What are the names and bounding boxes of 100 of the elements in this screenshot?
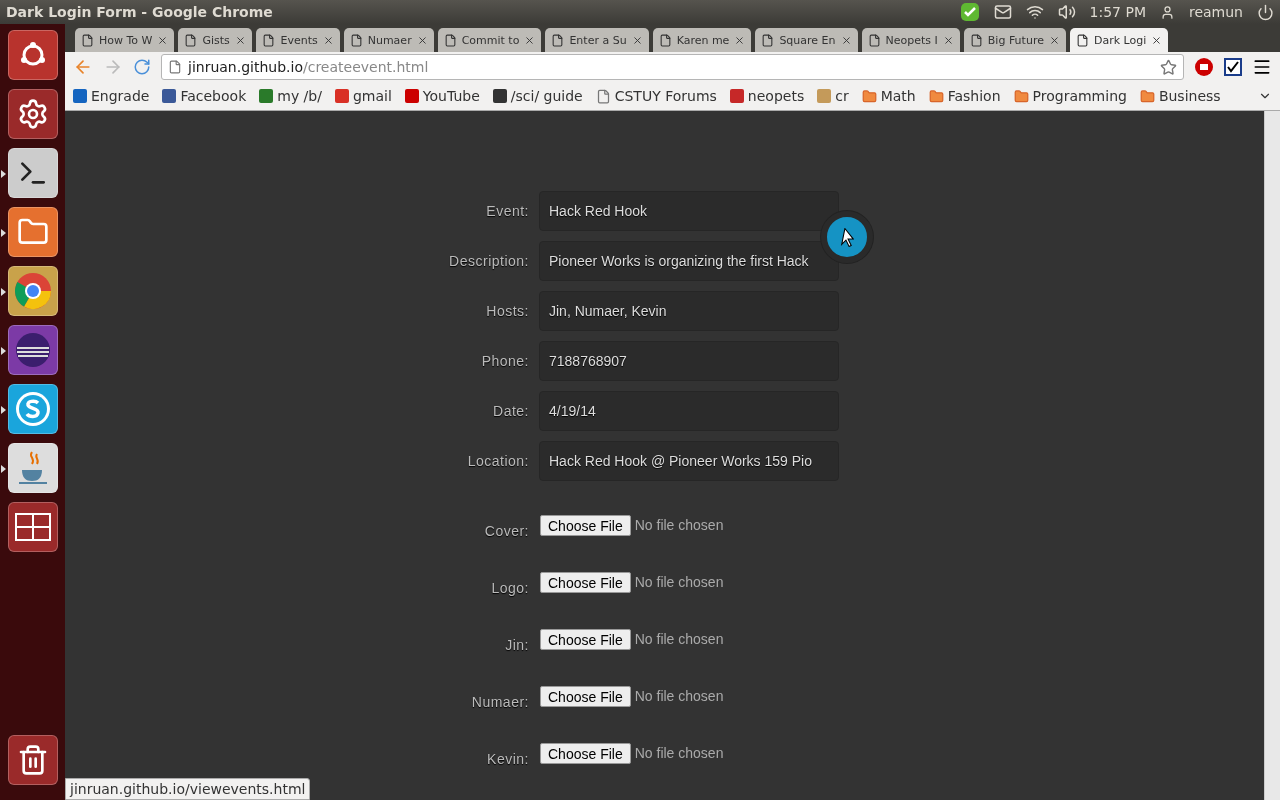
- favicon-icon: [259, 89, 274, 103]
- favicon-icon: [729, 89, 744, 103]
- power-icon[interactable]: [1257, 3, 1274, 21]
- bookmark[interactable]: CSTUY Forums: [595, 88, 717, 104]
- folder-icon: [861, 88, 877, 104]
- field-label: Date:: [492, 403, 530, 419]
- close-icon[interactable]: [416, 34, 428, 46]
- user-menu[interactable]: reamun: [1188, 4, 1243, 20]
- page-icon: [262, 33, 276, 47]
- wifi-icon[interactable]: [1025, 3, 1044, 21]
- browser-tab[interactable]: Big Future: [963, 28, 1066, 52]
- file-status: No file chosen: [634, 687, 724, 706]
- choose-file-button[interactable]: Choose File: [540, 686, 631, 707]
- input-field[interactable]: Jin, Numaer, Kevin: [539, 291, 839, 331]
- choose-file-button[interactable]: Choose File: [540, 629, 631, 650]
- scrollbar[interactable]: [1264, 111, 1280, 800]
- close-icon[interactable]: [734, 34, 746, 46]
- browser-tab[interactable]: Events: [256, 28, 340, 52]
- bookmark[interactable]: neopets: [729, 88, 805, 104]
- page-icon: [184, 33, 198, 47]
- favicon-icon: [73, 89, 87, 103]
- close-icon[interactable]: [1048, 34, 1060, 46]
- input-field[interactable]: Hack Red Hook @ Pioneer Works 159 Pio: [539, 441, 839, 481]
- input-field[interactable]: Hack Red Hook: [539, 191, 839, 231]
- launcher-item[interactable]: [7, 89, 58, 139]
- favicon-icon: [334, 89, 349, 103]
- field-label: Jin:: [504, 636, 530, 653]
- file-status: No file chosen: [634, 573, 724, 592]
- input-field[interactable]: 4/19/14: [539, 391, 839, 431]
- bookmark[interactable]: Programming: [1013, 88, 1127, 104]
- close-icon[interactable]: [322, 34, 334, 46]
- bookmark[interactable]: Fashion: [928, 88, 1001, 104]
- bookmark[interactable]: YouTube: [404, 88, 480, 104]
- browser-tab[interactable]: Square En: [755, 28, 858, 52]
- bookmark[interactable]: Math: [861, 88, 916, 104]
- folder-icon: [1013, 88, 1029, 104]
- close-icon[interactable]: [840, 34, 852, 46]
- check-badge-icon[interactable]: [959, 2, 980, 22]
- close-icon[interactable]: [235, 34, 247, 46]
- star-icon[interactable]: [1160, 58, 1177, 76]
- workspaces-icon: [14, 513, 51, 541]
- choose-file-button[interactable]: Choose File: [540, 743, 631, 764]
- favicon-icon: [817, 89, 832, 103]
- submit-button[interactable]: [821, 211, 873, 263]
- bookmark[interactable]: Engrade: [73, 88, 150, 104]
- window-title: Dark Login Form - Google Chrome: [6, 4, 274, 20]
- browser-logo-icon: [12, 271, 53, 311]
- launcher-item[interactable]: [7, 502, 58, 552]
- page-icon: [867, 33, 881, 47]
- field-label: Cover:: [483, 522, 530, 539]
- bookmark[interactable]: my /b/: [259, 88, 322, 104]
- favicon-icon: [492, 89, 507, 103]
- checkbox-icon[interactable]: [1224, 58, 1242, 76]
- volume-icon[interactable]: [1057, 3, 1076, 21]
- close-icon[interactable]: [157, 34, 169, 46]
- page-icon: [761, 33, 775, 47]
- coffee-cup-icon: [16, 450, 49, 486]
- browser-tab[interactable]: Numaer: [343, 28, 434, 52]
- browser-tab[interactable]: Gists: [178, 28, 253, 52]
- launcher-item[interactable]: [7, 30, 58, 80]
- launcher-item[interactable]: [7, 735, 58, 785]
- page-icon: [443, 33, 457, 47]
- field-label: Numaer:: [470, 693, 530, 710]
- mail-icon[interactable]: [993, 3, 1012, 21]
- browser-tab[interactable]: Enter a Su: [545, 28, 649, 52]
- field-label: Phone:: [480, 353, 530, 369]
- choose-file-button[interactable]: Choose File: [540, 572, 631, 593]
- page-icon: [595, 88, 611, 104]
- bookmark[interactable]: cr: [817, 88, 849, 104]
- bookmark[interactable]: Business: [1139, 88, 1221, 104]
- address-bar[interactable]: jinruan.github.io/createevent.html: [161, 54, 1184, 80]
- folder-icon: [1139, 88, 1155, 104]
- bookmark[interactable]: Facebook: [162, 88, 247, 104]
- field-label: Logo:: [490, 579, 530, 596]
- close-icon[interactable]: [631, 34, 643, 46]
- menu-icon[interactable]: [1252, 57, 1272, 77]
- close-icon[interactable]: [942, 34, 954, 46]
- choose-file-button[interactable]: Choose File: [540, 515, 631, 536]
- favicon-icon: [162, 89, 177, 103]
- bookmark[interactable]: gmail: [334, 88, 392, 104]
- close-icon[interactable]: [524, 34, 536, 46]
- input-field[interactable]: 7188768907: [539, 341, 839, 381]
- clock[interactable]: 1:57 PM: [1089, 4, 1146, 20]
- close-icon[interactable]: [1151, 34, 1163, 46]
- browser-tab[interactable]: Neopets I: [861, 28, 960, 52]
- file-status: No file chosen: [634, 630, 724, 649]
- browser-tab[interactable]: Commit to: [437, 28, 542, 52]
- input-field[interactable]: Pioneer Works is organizing the first Hack: [539, 241, 839, 281]
- file-status: No file chosen: [634, 516, 724, 535]
- stop-sign-icon[interactable]: [1194, 57, 1214, 77]
- browser-tab[interactable]: Karen me: [652, 28, 752, 52]
- favicon-icon: [404, 89, 419, 103]
- browser-tab[interactable]: Dark Logi: [1069, 28, 1169, 52]
- page-icon: [551, 33, 565, 47]
- field-label: Location:: [466, 453, 530, 469]
- user-icon[interactable]: [1159, 4, 1175, 20]
- field-label: Event:: [485, 203, 530, 219]
- bookmark[interactable]: /sci/ guide: [492, 88, 583, 104]
- browser-tab[interactable]: How To W: [75, 28, 175, 52]
- reload-icon[interactable]: [133, 58, 151, 76]
